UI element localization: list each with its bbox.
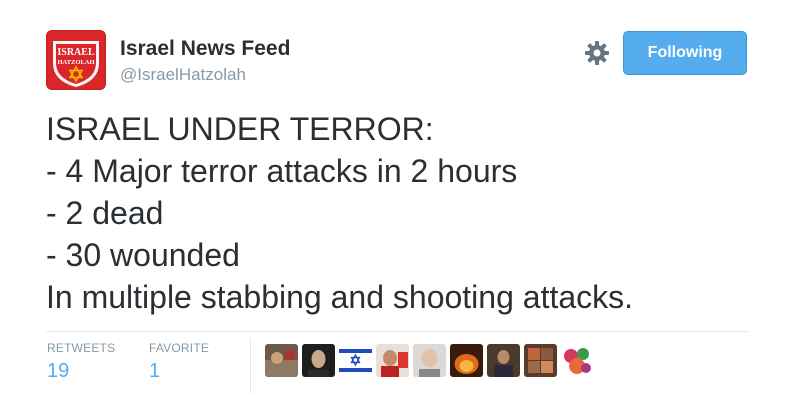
engager-avatar-9[interactable]: [561, 344, 594, 377]
avatar-text-top: ISRAEL: [57, 47, 95, 58]
engager-avatar-2[interactable]: [302, 344, 335, 377]
author-block: Israel News Feed @IsraelHatzolah: [120, 36, 290, 86]
engager-avatar-8[interactable]: [524, 344, 557, 377]
following-button[interactable]: Following: [623, 31, 747, 75]
tweet-text: ISRAEL UNDER TERROR: - 4 Major terror at…: [46, 108, 766, 318]
tweet-line: - 4 Major terror attacks in 2 hours: [46, 153, 518, 189]
profile-avatar[interactable]: ISRAEL HATZOLAH: [46, 30, 106, 90]
tweet-line: - 2 dead: [46, 195, 164, 231]
favorites-stat[interactable]: FAVORITE 1: [149, 341, 209, 383]
favorites-label: FAVORITE: [149, 341, 210, 355]
user-handle[interactable]: @IsraelHatzolah: [120, 64, 290, 86]
display-name[interactable]: Israel News Feed: [120, 36, 290, 62]
divider: [250, 338, 251, 394]
engager-avatar-1[interactable]: [265, 344, 298, 377]
engager-avatar-7[interactable]: [487, 344, 520, 377]
tweet-line: - 30 wounded: [46, 237, 240, 273]
engager-avatar-6[interactable]: [450, 344, 483, 377]
engager-avatar-4[interactable]: [376, 344, 409, 377]
tweet-line: In multiple stabbing and shooting attack…: [46, 279, 634, 315]
retweets-stat[interactable]: RETWEETS 19: [47, 341, 115, 383]
tweet-line: ISRAEL UNDER TERROR:: [46, 111, 434, 147]
engager-avatar-israel-flag[interactable]: [339, 344, 372, 377]
retweets-label: RETWEETS: [47, 341, 116, 355]
favorites-count[interactable]: 1: [149, 359, 209, 383]
avatar-text-bottom: HATZOLAH: [57, 59, 94, 66]
gear-icon[interactable]: [584, 40, 610, 66]
tweet-card: ISRAEL HATZOLAH Israel News Feed @Israel…: [0, 0, 799, 405]
divider: [46, 331, 748, 332]
engager-avatar-5[interactable]: [413, 344, 446, 377]
retweets-count[interactable]: 19: [47, 359, 115, 383]
